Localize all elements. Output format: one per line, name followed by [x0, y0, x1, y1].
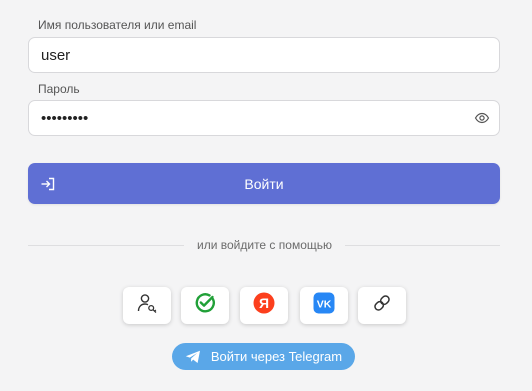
login-button-label: Войти	[244, 175, 284, 192]
password-label: Пароль	[38, 82, 80, 96]
yandex-icon: Я	[253, 292, 275, 319]
eye-icon[interactable]	[474, 110, 490, 126]
link-icon	[371, 292, 393, 319]
divider-left	[28, 245, 184, 246]
user-key-login-button[interactable]	[123, 287, 171, 324]
svg-text:VK: VK	[317, 299, 332, 311]
login-icon	[40, 176, 56, 192]
vk-icon: VK	[313, 292, 335, 319]
yandex-login-button[interactable]: Я	[240, 287, 288, 324]
divider-text: или войдите с помощью	[197, 238, 332, 252]
svg-text:Я: Я	[259, 295, 269, 311]
divider-right	[345, 245, 500, 246]
user-key-icon	[136, 292, 158, 319]
username-input[interactable]	[28, 37, 500, 73]
login-button[interactable]: Войти	[28, 163, 500, 204]
vk-login-button[interactable]: VK	[300, 287, 348, 324]
username-label: Имя пользователя или email	[38, 18, 197, 32]
link-login-button[interactable]	[358, 287, 406, 324]
sber-login-button[interactable]	[181, 287, 229, 324]
telegram-login-button[interactable]: Войти через Telegram	[172, 343, 355, 370]
password-input[interactable]	[28, 100, 500, 136]
telegram-icon	[185, 350, 201, 364]
sber-icon	[194, 292, 216, 319]
telegram-button-label: Войти через Telegram	[210, 349, 343, 364]
